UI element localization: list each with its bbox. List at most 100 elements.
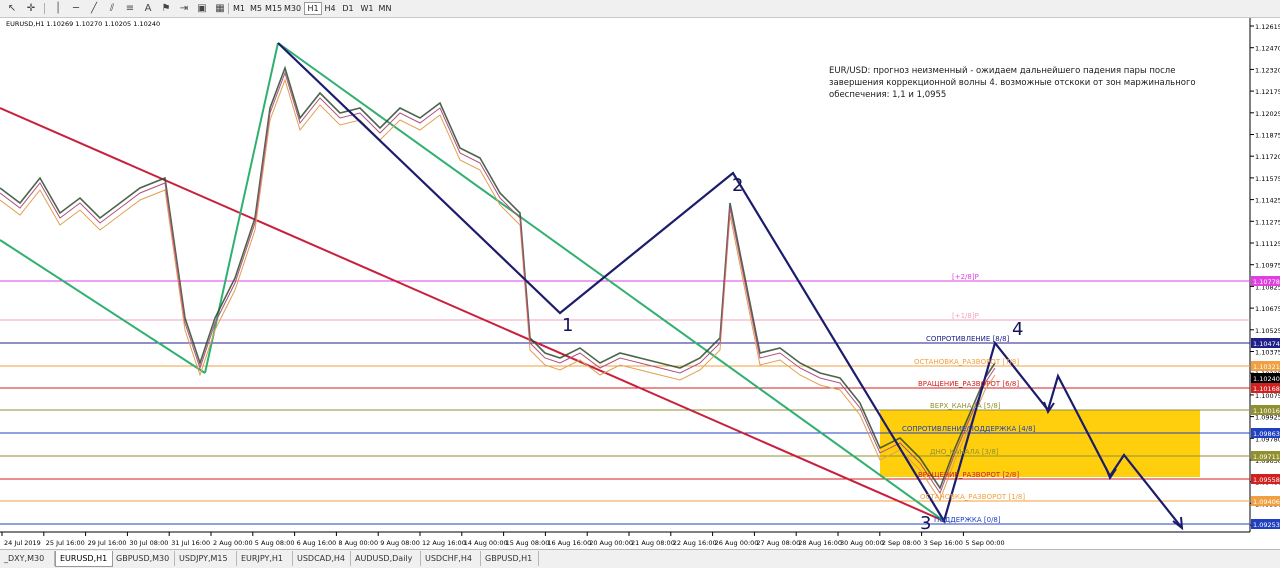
murray-label: ПОДДЕРЖКА [0/8] <box>934 516 1001 524</box>
price-tick-label: 1.12175 <box>1255 88 1280 96</box>
trendline-icon[interactable]: ╱ <box>87 2 101 15</box>
wave-label-3: 3 <box>920 513 931 534</box>
text-tool-icon[interactable]: A <box>141 2 155 15</box>
murray-label: ВРАЩЕНИЕ_РАЗВОРОТ [6/8] <box>918 380 1019 388</box>
cursor-icon[interactable]: ↖ <box>5 2 19 15</box>
rectangle-tool-icon[interactable]: ▣ <box>195 2 209 15</box>
time-tick-label: 20 Aug 00:00 <box>589 539 633 547</box>
arrow-tool-icon[interactable]: ⇥ <box>177 2 191 15</box>
time-tick-label: 9 Aug 08:00 <box>380 539 420 547</box>
price-tick-label: 1.12025 <box>1255 110 1280 118</box>
price-level-badge-label: 1.10016 <box>1253 407 1280 415</box>
murray-label: ОСТАНОВКА_РАЗВОРОТ [7/8] <box>914 358 1019 366</box>
symbol-header: EURUSD,H1 1.10269 1.10270 1.10205 1.1024… <box>6 20 161 28</box>
price-tick-label: 1.11425 <box>1255 197 1280 205</box>
price-level-badge-label: 1.09863 <box>1253 430 1280 438</box>
time-tick-label: 27 Aug 08:00 <box>756 539 800 547</box>
moving-average-fast <box>0 71 996 495</box>
timeframe-m1-button[interactable]: M1 <box>231 2 247 15</box>
chart-tab-usdcad-h4[interactable]: USDCAD,H4 <box>293 551 351 566</box>
timeframe-d1-button[interactable]: D1 <box>340 2 356 15</box>
price-tick-label: 1.12615 <box>1255 23 1280 31</box>
label-tool-icon[interactable]: ⚑ <box>159 2 173 15</box>
chart-tab-gbpusd-m30[interactable]: GBPUSD,M30 <box>112 551 175 566</box>
time-tick-label: 24 Jul 2019 <box>4 539 41 547</box>
green-channel-line <box>277 42 945 522</box>
moving-average-slow <box>0 78 996 502</box>
price-tick-label: 1.10675 <box>1255 305 1280 313</box>
fibonacci-icon[interactable]: ≡ <box>123 2 137 15</box>
chart-tab-usdjpy-m15[interactable]: USDJPY,M15 <box>175 551 237 566</box>
timeframe-mn-button[interactable]: MN <box>377 2 393 15</box>
price-level-badge-label: 1.10321 <box>1253 363 1280 371</box>
periodicity-icon[interactable]: ▦ <box>213 2 227 15</box>
price-level-badge-label: 1.10778 <box>1253 278 1280 286</box>
time-tick-label: 22 Aug 16:00 <box>673 539 717 547</box>
price-tick-label: 1.12470 <box>1255 45 1280 53</box>
time-tick-label: 3 Sep 16:00 <box>924 539 963 547</box>
murray-label: СОПРОТИВЛЕНИЕ/ПОДДЕРЖКА [4/8] <box>902 425 1036 433</box>
murray-label: СОПРОТИВЛЕНИЕ [8/8] <box>926 335 1010 343</box>
chart-window[interactable]: 1 2 3 4 [+2/8]P [+1/8]P СОПРОТИВЛЕНИЕ [8/8] ОСТ… <box>0 18 1280 549</box>
price-tick-label: 1.11720 <box>1255 153 1280 161</box>
wave-label-2: 2 <box>732 175 743 196</box>
price-tick-label: 1.10375 <box>1255 349 1280 357</box>
murray-label: ДНО_КАНАЛА [3/8] <box>930 448 999 456</box>
green-channel-line <box>204 42 279 374</box>
channel-icon[interactable]: ⫽ <box>105 2 119 15</box>
toolbar-divider <box>44 3 45 14</box>
price-level-badge-label: 1.09253 <box>1253 521 1280 529</box>
chart-tab-audusd-daily[interactable]: AUDUSD,Daily <box>351 551 421 566</box>
time-tick-label: 31 Jul 16:00 <box>171 539 210 547</box>
time-tick-label: 21 Aug 08:00 <box>631 539 675 547</box>
time-tick-label: 5 Sep 00:00 <box>965 539 1004 547</box>
horizontal-line-icon[interactable]: ─ <box>69 2 83 15</box>
crosshair-icon[interactable]: ✛ <box>24 2 38 15</box>
vertical-line-icon[interactable]: │ <box>51 2 65 15</box>
timeframe-m5-button[interactable]: M5 <box>248 2 264 15</box>
toolbar-divider <box>228 3 229 14</box>
price-level-badge-label: 1.10474 <box>1253 340 1280 348</box>
time-tick-label: 12 Aug 16:00 <box>422 539 466 547</box>
time-tick-label: 2 Sep 08:00 <box>882 539 921 547</box>
murray-label: [+2/8]P <box>952 273 979 281</box>
time-tick-label: 14 Aug 00:00 <box>464 539 508 547</box>
price-tick-label: 1.11275 <box>1255 218 1280 226</box>
chart-tab-dxy-m30[interactable]: _DXY,M30 <box>0 551 55 566</box>
red-trendline <box>0 107 945 522</box>
time-tick-label: 8 Aug 00:00 <box>338 539 378 547</box>
price-tick-label: 1.11575 <box>1255 175 1280 183</box>
time-tick-label: 25 Jul 16:00 <box>46 539 85 547</box>
time-tick-label: 30 Aug 00:00 <box>840 539 884 547</box>
price-series <box>0 65 996 490</box>
time-tick-label: 2 Aug 00:00 <box>213 539 253 547</box>
chart-tab-eurjpy-h1[interactable]: EURJPY,H1 <box>237 551 293 566</box>
chart-tab-usdchf-h4[interactable]: USDCHF,H4 <box>421 551 481 566</box>
price-tick-label: 1.10525 <box>1255 327 1280 335</box>
price-level-badge-label: 1.10168 <box>1253 385 1280 393</box>
chart-tab-gbpusd-h1[interactable]: GBPUSD,H1 <box>481 551 539 566</box>
time-tick-label: 30 Jul 08:00 <box>129 539 168 547</box>
timeframe-h4-button[interactable]: H4 <box>322 2 338 15</box>
price-level-badge-label: 1.10240 <box>1253 375 1280 383</box>
murray-label: ВЕРХ_КАНАЛА [5/8] <box>930 402 1001 410</box>
margin-zone-box <box>880 410 1200 477</box>
time-tick-label: 26 Aug 00:00 <box>715 539 759 547</box>
price-level-badge-label: 1.09406 <box>1253 498 1280 506</box>
price-tick-label: 1.10075 <box>1255 392 1280 400</box>
timeframe-m30-button[interactable]: M30 <box>284 2 301 15</box>
price-level-badge-label: 1.09558 <box>1253 476 1280 484</box>
wave-label-4: 4 <box>1012 319 1023 340</box>
timeframe-w1-button[interactable]: W1 <box>359 2 375 15</box>
wave-label-1: 1 <box>562 315 573 336</box>
chart-tab-eurusd-h1[interactable]: EURUSD,H1 <box>55 551 113 567</box>
time-tick-label: 28 Aug 16:00 <box>798 539 842 547</box>
time-tick-label: 5 Aug 08:00 <box>255 539 295 547</box>
timeframe-h1-button[interactable]: H1 <box>304 2 322 15</box>
price-tick-label: 1.11875 <box>1255 132 1280 140</box>
price-tick-label: 1.10975 <box>1255 262 1280 270</box>
price-tick-label: 1.12320 <box>1255 66 1280 74</box>
forecast-annotation: EUR/USD: прогноз неизменный - ожидаем да… <box>829 66 1196 100</box>
murray-label: ОСТАНОВКА_РАЗВОРОТ [1/8] <box>920 493 1025 501</box>
timeframe-m15-button[interactable]: M15 <box>265 2 282 15</box>
